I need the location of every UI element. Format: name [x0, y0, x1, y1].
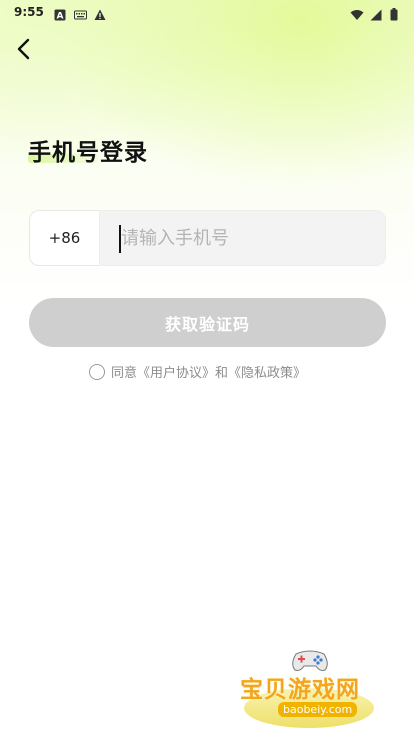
- battery-icon: [390, 6, 402, 21]
- agreement-row: 同意 《用户协议》 和 《隐私政策》: [89, 362, 306, 381]
- privacy-policy-link[interactable]: 《隐私政策》: [228, 362, 306, 381]
- agreement-radio[interactable]: [89, 363, 105, 380]
- watermark-name: 宝贝游戏网: [240, 677, 360, 703]
- status-bar: 9:55 A: [0, 0, 414, 24]
- page-title: 手机号登录: [28, 140, 148, 166]
- text-cursor: [119, 225, 121, 253]
- chevron-left-icon: [15, 37, 31, 65]
- phone-input-row: +86: [29, 210, 386, 266]
- a-icon: A: [54, 6, 66, 22]
- agreement-prefix: 同意: [111, 366, 138, 381]
- wifi-icon: [350, 6, 364, 20]
- title-area: 手机号登录: [28, 133, 148, 167]
- svg-text:A: A: [56, 12, 63, 22]
- user-agreement-link[interactable]: 《用户协议》: [137, 362, 215, 381]
- watermark-logo: 宝贝游戏网 baobeiy.com: [236, 640, 386, 730]
- warning-icon: [94, 6, 106, 20]
- get-verification-code-button[interactable]: 获取验证码: [29, 298, 386, 347]
- agreement-conjunction: 和: [215, 366, 229, 381]
- phone-input-container[interactable]: [99, 210, 386, 266]
- watermark-url: baobeiy.com: [278, 702, 358, 717]
- country-code-selector[interactable]: +86: [29, 210, 99, 266]
- status-left-icons: A: [54, 6, 106, 22]
- back-button[interactable]: [8, 36, 38, 66]
- status-time: 9:55: [14, 5, 44, 19]
- status-right-icons: [350, 6, 402, 21]
- phone-number-input[interactable]: [119, 227, 385, 249]
- signal-icon: [370, 6, 382, 21]
- keyboard-icon: [73, 6, 87, 20]
